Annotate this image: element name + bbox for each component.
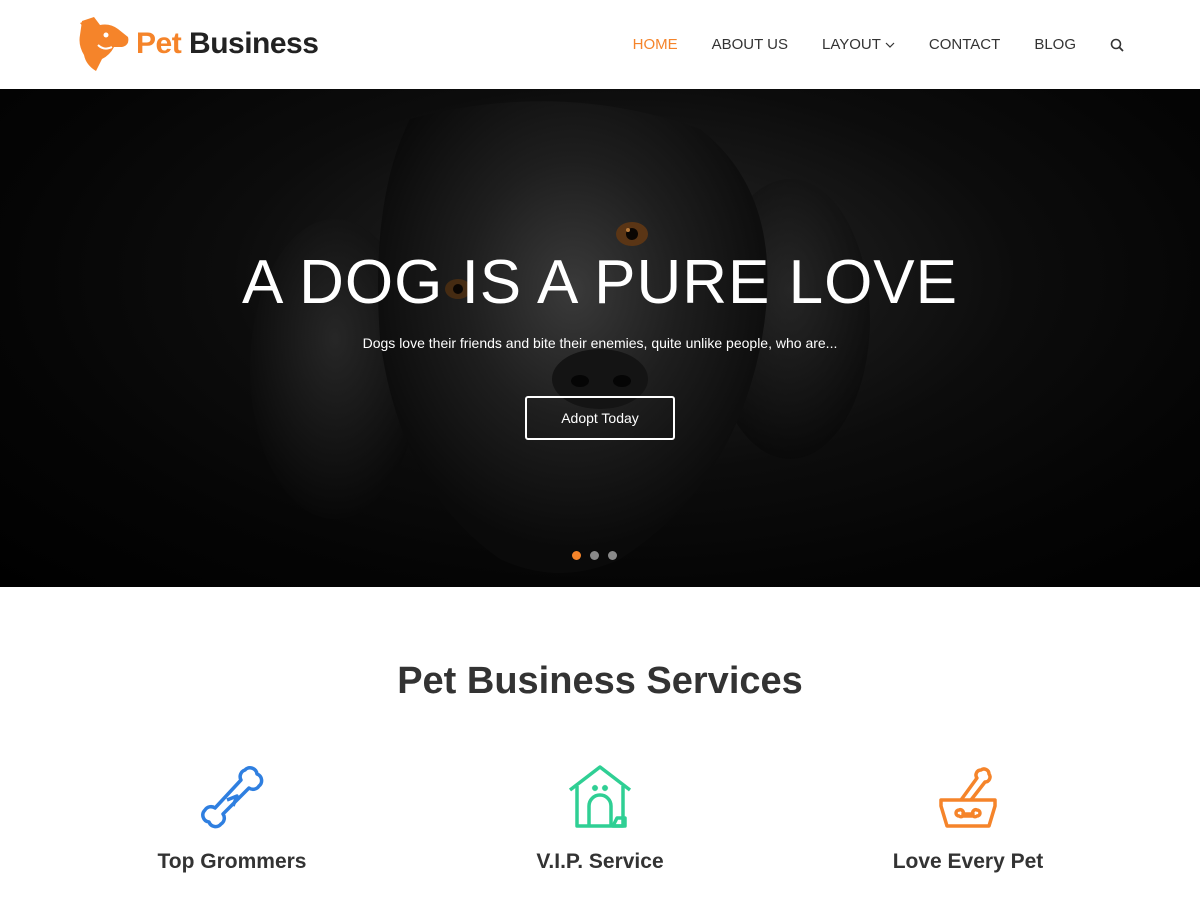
bone-icon	[82, 762, 382, 832]
services-title: Pet Business Services	[397, 660, 803, 702]
hero-slider: A DOG IS A PURE LOVE Dogs love their fri…	[0, 89, 1200, 587]
service-label: V.I.P. Service	[536, 850, 664, 873]
search-icon[interactable]	[1110, 38, 1124, 52]
hero-title: A DOG IS A PURE LOVE	[241, 248, 959, 317]
slider-dot-1[interactable]	[572, 551, 581, 560]
dog-logo-icon	[79, 17, 129, 71]
service-label: Top Grommers	[157, 850, 307, 873]
service-top-grommers: Top Grommers	[82, 762, 382, 874]
nav-item-blog[interactable]: BLOG	[1034, 36, 1076, 53]
nav-item-label: LAYOUT	[822, 36, 881, 53]
nav-item-contact[interactable]: CONTACT	[929, 36, 1000, 53]
pet-bowl-icon	[818, 762, 1118, 832]
site-logo[interactable]: Pet Business	[76, 15, 319, 73]
nav-item-label: BLOG	[1034, 36, 1076, 53]
chevron-down-icon	[885, 36, 895, 53]
logo-word-pet: Pet	[136, 27, 182, 60]
site-header: Pet Business HOME ABOUT US LAYOUT CONTAC…	[0, 0, 1200, 89]
main-nav: HOME ABOUT US LAYOUT CONTACT BLOG	[599, 0, 1124, 89]
nav-item-home[interactable]: HOME	[633, 36, 678, 53]
service-vip: V.I.P. Service	[450, 762, 750, 874]
slider-dot-2[interactable]	[590, 551, 599, 560]
adopt-today-button[interactable]: Adopt Today	[525, 396, 675, 440]
service-love-every-pet: Love Every Pet	[818, 762, 1118, 874]
nav-item-layout[interactable]: LAYOUT	[822, 36, 895, 53]
nav-item-about-us[interactable]: ABOUT US	[712, 36, 788, 53]
slider-dots	[572, 551, 626, 560]
nav-item-label: ABOUT US	[711, 36, 789, 53]
hero-subtitle: Dogs love their friends and bite their e…	[362, 335, 838, 351]
slider-dot-3[interactable]	[608, 551, 617, 560]
logo-word-business: Business	[189, 27, 319, 60]
nav-item-label: CONTACT	[928, 36, 1001, 53]
doghouse-icon	[450, 762, 750, 832]
site-logo-text: Pet Business	[136, 27, 319, 61]
nav-item-label: HOME	[632, 36, 678, 53]
service-label: Love Every Pet	[892, 850, 1044, 873]
